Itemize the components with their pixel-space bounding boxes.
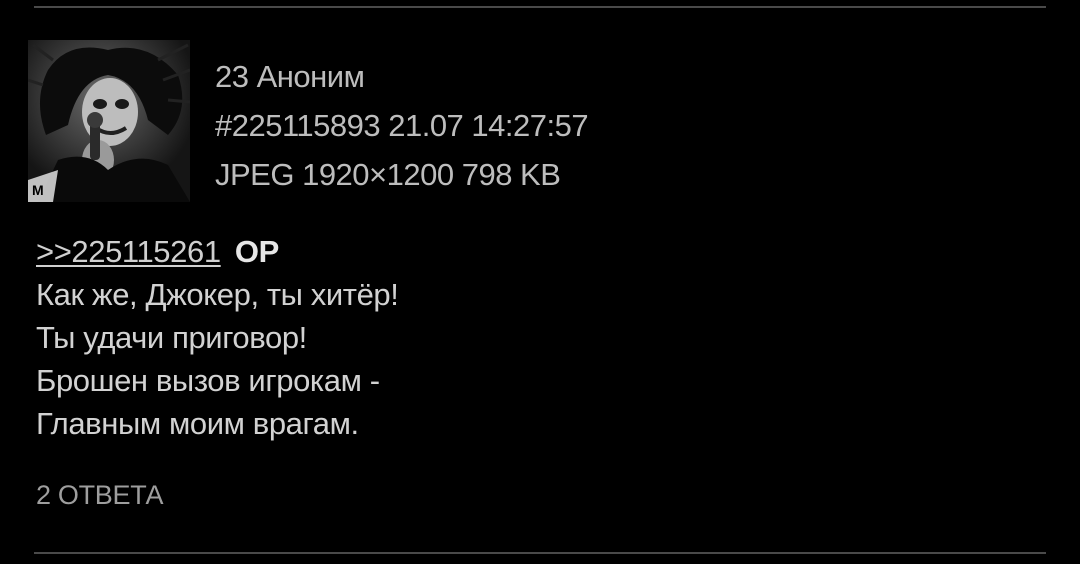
message-line: Главным моим врагам. [36, 406, 359, 441]
reply-link[interactable]: >>225115261 [36, 234, 221, 269]
message-line: Как же, Джокер, ты хитёр! [36, 277, 399, 312]
message-line: Ты удачи приговор! [36, 320, 307, 355]
post-meta: 23 Аноним #225115893 21.07 14:27:57 JPEG… [215, 52, 589, 199]
file-info: JPEG 1920×1200 798 KB [215, 157, 561, 192]
post-thumbnail[interactable]: M [28, 40, 190, 202]
thumbnail-image-icon: M [28, 40, 190, 202]
post-body: >>225115261 OP Как же, Джокер, ты хитёр!… [36, 230, 399, 445]
post-author: Аноним [256, 59, 365, 94]
post-id-timestamp[interactable]: #225115893 21.07 14:27:57 [215, 101, 589, 150]
bottom-divider [34, 552, 1046, 554]
replies-button[interactable]: 2 ОТВЕТА [36, 480, 164, 511]
message-line: Брошен вызов игрокам - [36, 363, 380, 398]
post-number: 23 [215, 59, 249, 94]
post-number-author: 23 Аноним [215, 52, 588, 101]
reply-reference: >>225115261 OP [36, 230, 398, 273]
top-divider [34, 6, 1046, 8]
op-badge: OP [234, 234, 279, 269]
svg-text:M: M [32, 182, 44, 198]
